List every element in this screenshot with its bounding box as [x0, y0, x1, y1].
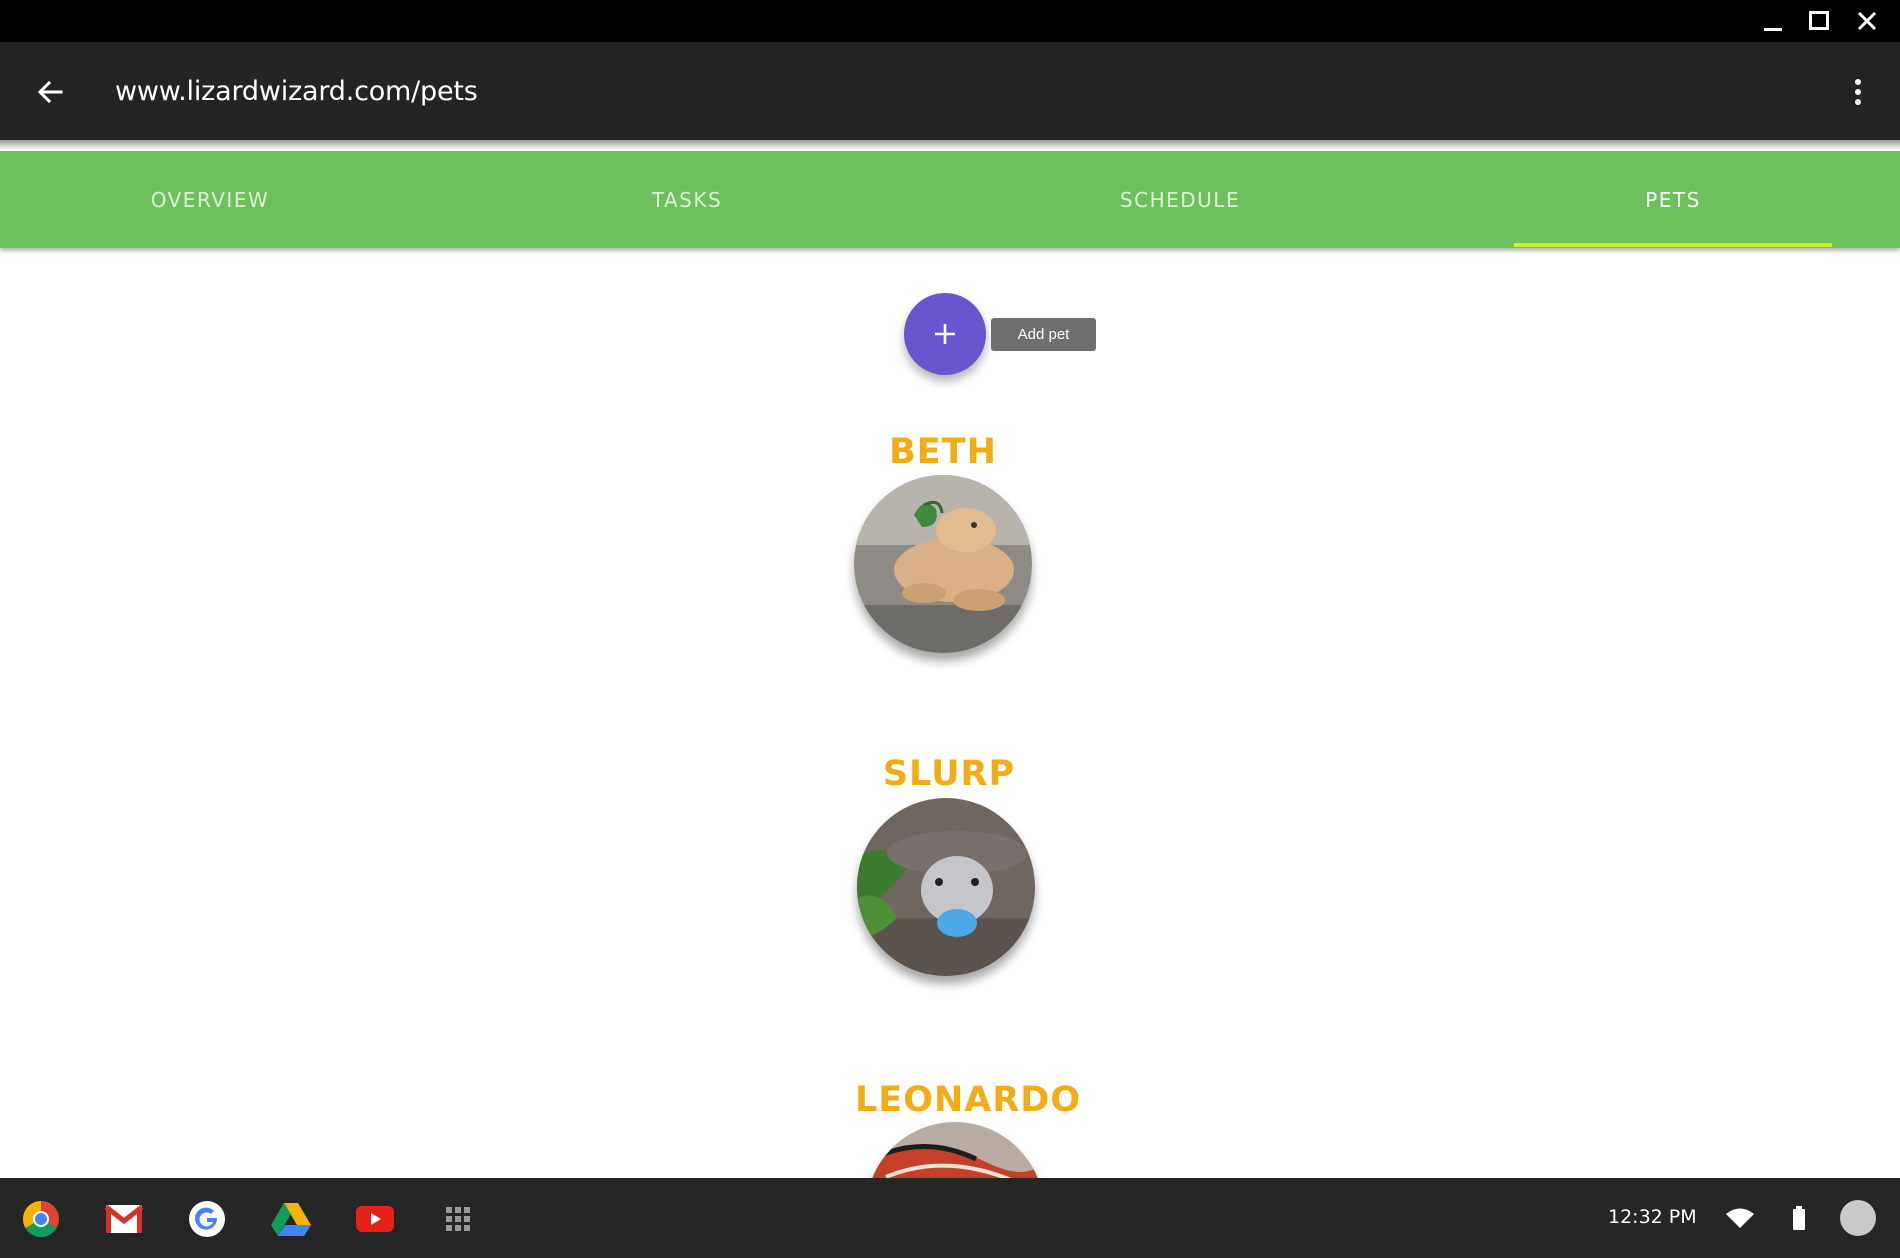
more-vert-icon[interactable] — [1838, 72, 1878, 112]
active-tab-indicator — [1514, 243, 1832, 247]
minimize-icon[interactable] — [1756, 6, 1790, 36]
gmail-icon[interactable] — [101, 1196, 147, 1242]
plus-icon — [935, 324, 955, 344]
launcher-icon[interactable] — [435, 1196, 481, 1242]
address-bar: www.lizardwizard.com/pets — [0, 42, 1900, 140]
google-icon[interactable] — [184, 1196, 230, 1242]
close-icon[interactable] — [1850, 6, 1884, 36]
pet-photo-beth[interactable] — [854, 475, 1032, 653]
url-text[interactable]: www.lizardwizard.com/pets — [115, 76, 478, 107]
chrome-icon[interactable] — [18, 1196, 64, 1242]
tab-schedule[interactable]: SCHEDULE — [1030, 151, 1330, 248]
youtube-icon[interactable] — [352, 1196, 398, 1242]
system-shelf: 12:32 PM — [0, 1178, 1900, 1258]
pet-photo-slurp[interactable] — [857, 798, 1035, 976]
wifi-icon[interactable] — [1720, 1198, 1760, 1238]
drive-icon[interactable] — [268, 1196, 314, 1242]
add-pet-button[interactable] — [904, 293, 986, 375]
back-arrow-icon[interactable] — [28, 70, 72, 114]
system-clock[interactable]: 12:32 PM — [1608, 1206, 1697, 1228]
tab-bar: OVERVIEW TASKS SCHEDULE PETS — [0, 151, 1900, 248]
battery-icon[interactable] — [1779, 1198, 1819, 1238]
tab-tasks[interactable]: TASKS — [537, 151, 837, 248]
divider — [0, 140, 1900, 150]
pet-name-slurp[interactable]: SLURP — [849, 754, 1049, 794]
window-titlebar — [0, 0, 1900, 42]
tab-pets[interactable]: PETS — [1514, 151, 1832, 248]
pet-name-leonardo[interactable]: LEONARDO — [855, 1080, 1080, 1120]
maximize-icon[interactable] — [1802, 6, 1836, 36]
pet-name-beth[interactable]: BETH — [843, 432, 1043, 472]
tab-overview[interactable]: OVERVIEW — [60, 151, 360, 248]
add-pet-tooltip: Add pet — [991, 318, 1096, 351]
avatar[interactable] — [1840, 1200, 1876, 1236]
